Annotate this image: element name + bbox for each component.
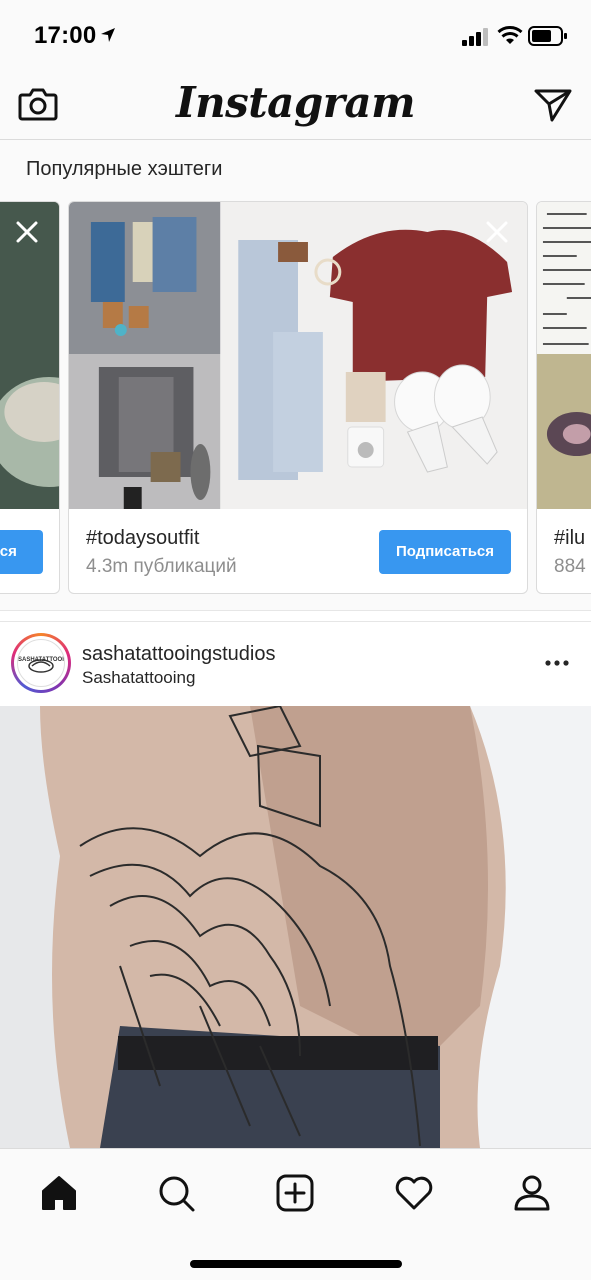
hashtag-card-partial-left[interactable]: ться [0,201,60,594]
add-post-icon[interactable] [273,1171,317,1215]
status-time: 17:00 [34,22,97,49]
tattoo-photo [0,706,591,1148]
instagram-logo: Instagram [175,78,416,127]
avatar-label: SASHATATTOOING [18,657,64,663]
bottom-tab-bar [0,1148,591,1280]
profile-icon[interactable] [510,1171,554,1215]
dismiss-card-icon[interactable] [485,220,509,244]
follow-button[interactable]: Подписаться [379,530,511,574]
battery-icon [528,26,567,46]
hashtag-card-images [69,202,527,509]
top-navigation-bar: Instagram [0,72,591,140]
avatar[interactable]: SASHATATTOOING [11,633,71,693]
hashtag-post-count: 884 [554,556,586,577]
hashtag-name: #todaysoutfit [86,527,200,549]
dismiss-card-icon[interactable] [15,220,39,244]
hashtag-card-images [537,202,591,509]
more-options-icon[interactable] [545,659,569,667]
popular-hashtags-section: Популярные хэштеги ться [0,140,591,611]
hashtag-card-partial-right[interactable]: #ilu 884 [536,201,591,594]
home-indicator [190,1260,402,1268]
post-username[interactable]: sashatattooingstudios [82,643,275,666]
follow-button[interactable]: ться [0,530,43,574]
wifi-icon [497,26,523,44]
status-bar: 17:00 [0,0,591,72]
section-title: Популярные хэштеги [26,158,223,180]
direct-message-icon[interactable] [534,88,572,122]
hashtag-card-todaysoutfit[interactable]: #todaysoutfit 4.3m публикаций Подписатьс… [68,201,528,594]
instagram-feed-screen: 17:00 Instagram Популярные хэштеги ся #t… [0,0,591,1280]
search-icon[interactable] [154,1171,198,1215]
cellular-signal-icon [462,28,488,46]
location-arrow-icon [101,28,115,42]
hashtag-card-image [0,202,59,509]
hashtag-name: #ilu [554,527,586,549]
home-icon[interactable] [37,1171,81,1215]
post-image[interactable] [0,706,591,1148]
hashtag-post-count: 4.3m публикаций [86,556,237,577]
post-sublabel[interactable]: Sashatattooing [82,668,195,688]
studio-logo-icon [28,659,54,673]
post-header: SASHATATTOOING sashatattooingstudios Sas… [0,621,591,707]
activity-heart-icon[interactable] [392,1171,436,1215]
